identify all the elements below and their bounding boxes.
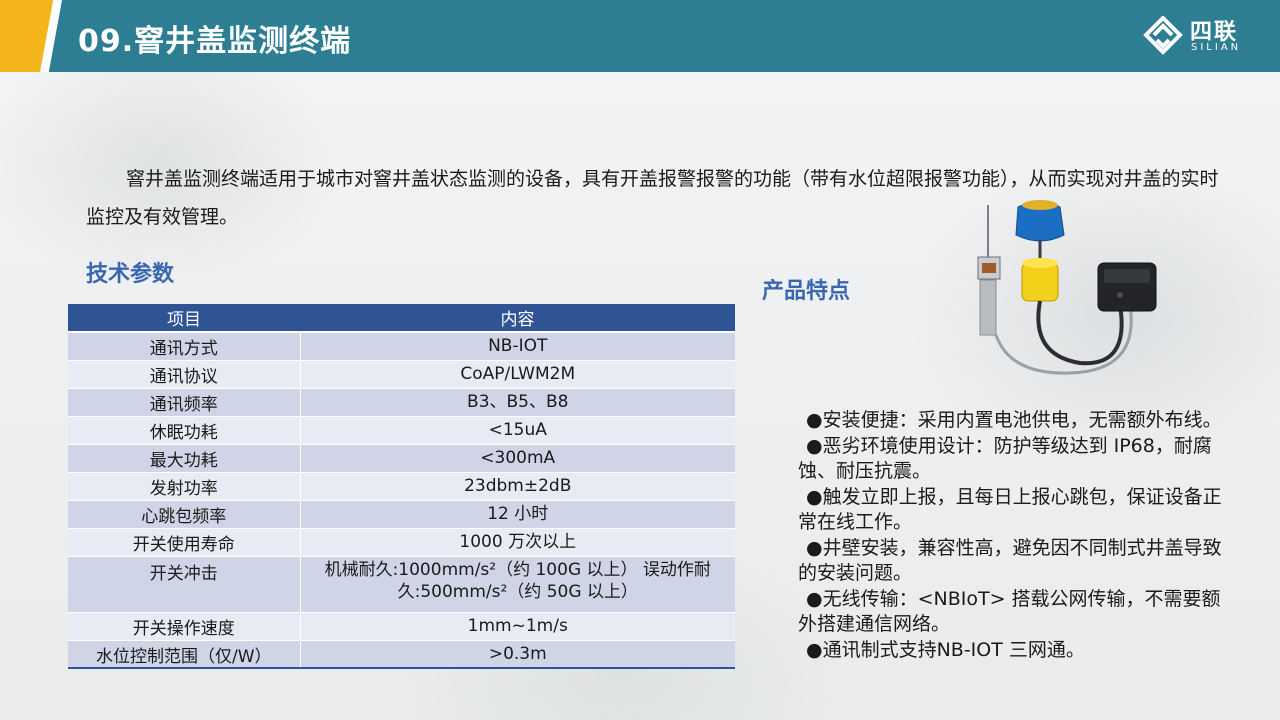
column-header-item: 项目 xyxy=(68,304,300,333)
spec-item: 最大功耗 xyxy=(68,443,301,472)
table-row: 开关冲击 机械耐久:1000mm/s²（约 100G 以上） 误动作耐久:500… xyxy=(68,555,735,612)
table-row: 开关操作速度 1mm~1m/s xyxy=(68,611,735,640)
spec-item: 开关使用寿命 xyxy=(68,527,301,556)
logo-mark-icon xyxy=(1143,16,1183,55)
table-bottom-rule xyxy=(68,667,735,669)
spec-item: 发射功率 xyxy=(68,471,301,500)
spec-value: 机械耐久:1000mm/s²（约 100G 以上） 误动作耐久:500mm/s²… xyxy=(300,555,735,612)
specs-table: 项目 内容 通讯方式 NB-IOT 通讯协议 CoAP/LWM2M 通讯频率 B… xyxy=(68,304,735,668)
specs-heading: 技术参数 xyxy=(86,262,175,287)
page-title: 09.窨井盖监测终端 xyxy=(78,24,352,59)
table-row: 水位控制范围（仅/W） >0.3m xyxy=(68,639,735,668)
features-list: ●安装便捷：采用内置电池供电，无需额外布线。 ●恶劣环境使用设计：防护等级达到 … xyxy=(798,408,1228,663)
table-row: 通讯协议 CoAP/LWM2M xyxy=(68,359,735,388)
spec-value: <15uA xyxy=(300,415,735,444)
manhole-sensor-illustration xyxy=(977,200,1157,375)
spec-value: >0.3m xyxy=(300,639,735,668)
spec-item: 休眠功耗 xyxy=(68,415,301,444)
table-row: 通讯方式 NB-IOT xyxy=(68,331,735,360)
spec-value: NB-IOT xyxy=(300,331,735,360)
spec-item: 开关操作速度 xyxy=(68,611,301,640)
spec-item: 通讯方式 xyxy=(68,331,301,360)
column-header-content: 内容 xyxy=(300,304,735,333)
list-item: ●安装便捷：采用内置电池供电，无需额外布线。 xyxy=(806,409,1222,431)
company-logo: 四联 SILIAN xyxy=(1140,14,1260,58)
list-item: ●无线传输：<NBIoT> 搭载公网传输，不需要额外搭建通信网络。 xyxy=(798,587,1221,636)
table-row: 最大功耗 <300mA xyxy=(68,443,735,472)
table-row: 发射功率 23dbm±2dB xyxy=(68,471,735,500)
spec-item: 通讯协议 xyxy=(68,359,301,388)
table-row: 开关使用寿命 1000 万次以上 xyxy=(68,527,735,556)
product-photo xyxy=(970,195,1165,385)
list-item: ●恶劣环境使用设计：防护等级达到 IP68，耐腐蚀、耐压抗震。 xyxy=(798,434,1212,483)
spec-item: 开关冲击 xyxy=(68,555,301,612)
spec-value: <300mA xyxy=(300,443,735,472)
spec-value: CoAP/LWM2M xyxy=(300,359,735,388)
spec-value: 12 小时 xyxy=(300,499,735,528)
logo-english-text: SILIAN xyxy=(1191,42,1242,53)
header-bar: 09.窨井盖监测终端 四联 SILIAN xyxy=(0,0,1280,72)
list-item: ●触发立即上报，且每日上报心跳包，保证设备正常在线工作。 xyxy=(798,485,1222,534)
spec-item: 心跳包频率 xyxy=(68,499,301,528)
list-item: ●井壁安装，兼容性高，避免因不同制式井盖导致的安装问题。 xyxy=(798,536,1222,585)
specs-table-header-row: 项目 内容 xyxy=(68,304,735,333)
features-heading: 产品特点 xyxy=(762,279,851,304)
spec-value: B3、B5、B8 xyxy=(300,387,735,416)
spec-item: 水位控制范围（仅/W） xyxy=(68,639,301,668)
spec-value: 1000 万次以上 xyxy=(300,527,735,556)
table-row: 心跳包频率 12 小时 xyxy=(68,499,735,528)
spec-value: 23dbm±2dB xyxy=(300,471,735,500)
list-item: ●通讯制式支持NB-IOT 三网通。 xyxy=(806,638,1085,661)
table-row: 通讯频率 B3、B5、B8 xyxy=(68,387,735,416)
table-row: 休眠功耗 <15uA xyxy=(68,415,735,444)
spec-item: 通讯频率 xyxy=(68,387,301,416)
spec-value: 1mm~1m/s xyxy=(300,611,735,640)
